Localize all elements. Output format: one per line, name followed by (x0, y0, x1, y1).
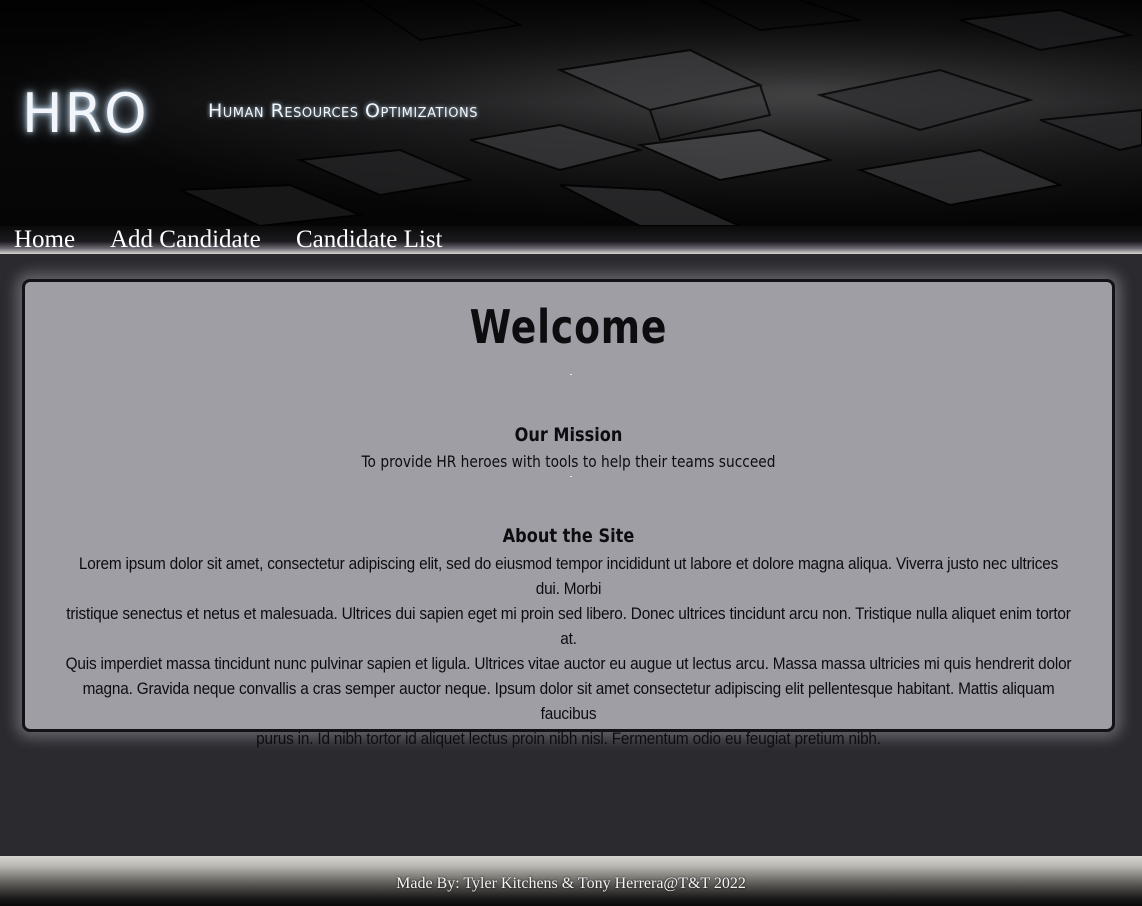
about-heading: About the Site (502, 525, 635, 547)
footer: Made By: Tyler Kitchens & Tony Herrera@T… (0, 856, 1142, 906)
footer-credits: Made By: Tyler Kitchens & Tony Herrera@T… (396, 875, 746, 892)
divider-dot (570, 476, 572, 477)
nav-candidate-list-link[interactable]: Candidate List (296, 226, 443, 254)
nav-add-candidate-link[interactable]: Add Candidate (110, 226, 261, 254)
about-text-line: Lorem ipsum dolor sit amet, consectetur … (78, 555, 1059, 598)
mission-text: To provide HR heroes with tools to help … (361, 452, 776, 471)
mission-heading: Our Mission (514, 424, 623, 446)
header-banner: HRO Human Resources Optimizations (0, 0, 1142, 226)
hro-logo[interactable]: HRO (22, 82, 149, 145)
site-tagline: Human Resources Optimizations (208, 100, 478, 122)
cubes-background-image (179, 0, 1142, 226)
about-text-line: magna. Gravida neque convallis a cras se… (82, 680, 1055, 723)
page-title: Welcome (469, 300, 668, 354)
about-text-line: purus in. Id nibh tortor id aliquet lect… (256, 730, 881, 748)
about-text-line: tristique senectus et netus et malesuada… (66, 605, 1071, 648)
about-text: Lorem ipsum dolor sit amet, consectetur … (65, 552, 1072, 752)
nav-home-link[interactable]: Home (14, 226, 75, 254)
welcome-card: Welcome Our Mission To provide HR heroes… (22, 279, 1115, 748)
main-nav: Home Add Candidate Candidate List (0, 226, 1142, 254)
about-text-line: Quis imperdiet massa tincidunt nunc pulv… (65, 655, 1072, 673)
divider-dot (570, 374, 572, 375)
